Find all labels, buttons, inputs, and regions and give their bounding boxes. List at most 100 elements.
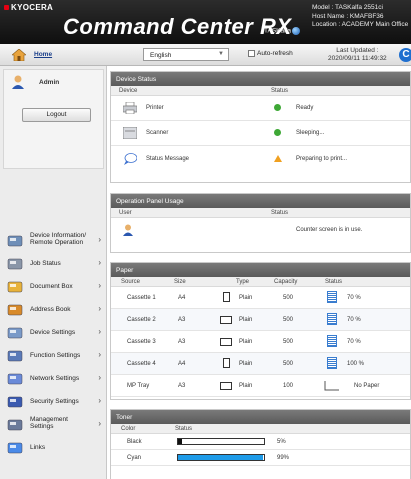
logout-button[interactable]: Logout [22, 108, 91, 122]
paper-row[interactable]: Cassette 4 A4 Plain 500 100 % [111, 353, 410, 375]
sidebar-item-job-status[interactable]: Job Status › [3, 253, 104, 276]
device-name: Scanner [146, 130, 169, 136]
function-settings-icon [7, 349, 23, 363]
col-status: Status [271, 88, 289, 94]
empty-tray-icon [324, 381, 340, 393]
paper-source: Cassette 2 [127, 317, 156, 323]
status-ready-icon [274, 104, 281, 111]
chevron-down-icon: ▼ [218, 51, 224, 57]
device-row-scanner[interactable]: Scanner Sleeping... [111, 121, 410, 146]
job-status-icon [7, 257, 23, 271]
management-settings-icon [7, 418, 23, 432]
chevron-right-icon: › [98, 281, 101, 290]
paper-row[interactable]: Cassette 1 A4 Plain 500 70 % [111, 287, 410, 309]
device-status-text: Preparing to print... [296, 156, 348, 162]
user-icon [12, 75, 24, 89]
home-link[interactable]: Home [34, 51, 52, 58]
paper-landscape-icon [220, 382, 232, 390]
paper-source: MP Tray [127, 383, 150, 389]
user-panel: Admin Logout [3, 69, 104, 169]
paper-type: Plain [239, 383, 253, 389]
auto-refresh-label: Auto-refresh [257, 50, 293, 58]
model-text: Model : TASKalfa 2551ci [312, 4, 383, 11]
paper-status: 70 % [347, 317, 361, 323]
auto-refresh-checkbox[interactable] [248, 50, 255, 57]
sidebar-item-links[interactable]: Links [3, 437, 104, 460]
home-icon[interactable] [12, 49, 26, 61]
security-settings-icon [7, 395, 23, 409]
paper-status: 100 % [347, 361, 365, 367]
toner-level-fill [178, 455, 264, 460]
device-name: Status Message [146, 156, 190, 162]
warning-icon [274, 155, 282, 162]
col-type: Type [236, 279, 250, 285]
paper-type: Plain [239, 361, 253, 367]
language-value: English [150, 52, 172, 59]
toner-level-bar [177, 438, 265, 445]
paper-status: 70 % [347, 295, 361, 301]
device-info: Model : TASKalfa 2551ci Host Name : KMAF… [312, 4, 408, 30]
paper-capacity: 500 [283, 339, 294, 345]
sidebar-item-label: Management Settings [30, 416, 68, 430]
device-info-icon [7, 234, 23, 248]
paper-level-icon [327, 291, 337, 303]
header-banner: KYOCERA Command Center RX TASKalfa Model… [0, 0, 411, 44]
col-user: User [119, 210, 132, 216]
paper-size: A4 [178, 361, 186, 367]
last-updated: Last Updated : 2020/09/11 11:49:32 [328, 47, 387, 63]
kyocera-logo: KYOCERA [4, 3, 53, 12]
sidebar-menu: Device Information/ Remote Operation › Job… [3, 230, 104, 460]
sidebar-item-device-information-remote-operation[interactable]: Device Information/ Remote Operation › [3, 230, 104, 253]
toner-level-fill [178, 439, 183, 444]
sidebar-item-management-settings[interactable]: Management Settings › [3, 414, 104, 437]
paper-status: No Paper [354, 383, 380, 389]
paper-size: A3 [178, 383, 186, 389]
device-status-panel: Device Status Device Status Printer Read… [110, 71, 411, 183]
col-device: Device [119, 88, 138, 94]
paper-size: A3 [178, 339, 186, 345]
sidebar-item-label: Address Book [30, 306, 71, 313]
chevron-right-icon: › [98, 373, 101, 382]
paper-level-icon [327, 313, 337, 325]
sidebar-item-device-settings[interactable]: Device Settings › [3, 322, 104, 345]
chevron-right-icon: › [98, 235, 101, 244]
paper-row[interactable]: MP Tray A3 Plain 100 No Paper [111, 375, 410, 397]
user-icon [123, 224, 133, 236]
device-status-header: Device Status [111, 86, 410, 96]
paper-portrait-icon [223, 358, 230, 368]
sidebar-item-network-settings[interactable]: Network Settings › [3, 368, 104, 391]
paper-level-icon [327, 335, 337, 347]
device-status-title: Device Status [111, 72, 410, 86]
sidebar-item-label: Device Settings [30, 329, 76, 336]
device-name: Printer [146, 105, 164, 111]
col-capacity: Capacity [274, 279, 298, 285]
paper-row[interactable]: Cassette 2 A3 Plain 500 70 % [111, 309, 410, 331]
printer-icon [123, 102, 137, 114]
sidebar-item-security-settings[interactable]: Security Settings › [3, 391, 104, 414]
auto-refresh-toggle[interactable]: Auto-refresh [248, 50, 293, 57]
sidebar-item-label: Document Box [30, 283, 73, 290]
toner-percent: 5% [277, 439, 286, 445]
sidebar-item-document-box[interactable]: Document Box › [3, 276, 104, 299]
sidebar: Admin Logout Device Information/ Remote … [0, 66, 107, 479]
document-box-icon [7, 280, 23, 294]
language-select[interactable]: English ▼ [143, 48, 229, 61]
sidebar-item-function-settings[interactable]: Function Settings › [3, 345, 104, 368]
toner-level-bar [177, 454, 265, 461]
product-title: Command Center RX [63, 14, 292, 39]
toner-panel: Toner Color Status Black 5% Cyan 99% [110, 409, 411, 479]
network-settings-icon [7, 372, 23, 386]
chevron-right-icon: › [98, 258, 101, 267]
operation-panel-usage: Operation Panel Usage User Status Counte… [110, 193, 411, 253]
col-color: Color [121, 426, 136, 432]
scanner-icon [123, 127, 137, 139]
device-row-status-message: Status Message Preparing to print... [111, 146, 410, 173]
sidebar-item-address-book[interactable]: Address Book › [3, 299, 104, 322]
device-row-printer[interactable]: Printer Ready [111, 96, 410, 121]
paper-row[interactable]: Cassette 3 A3 Plain 500 70 % [111, 331, 410, 353]
last-updated-value: 2020/09/11 11:49:32 [328, 55, 387, 62]
paper-rows: Cassette 1 A4 Plain 500 70 % Cassette 2 A3 Plai… [111, 287, 410, 397]
address-book-icon [7, 303, 23, 317]
refresh-icon[interactable]: C [399, 48, 411, 62]
user-name: Admin [39, 79, 60, 86]
